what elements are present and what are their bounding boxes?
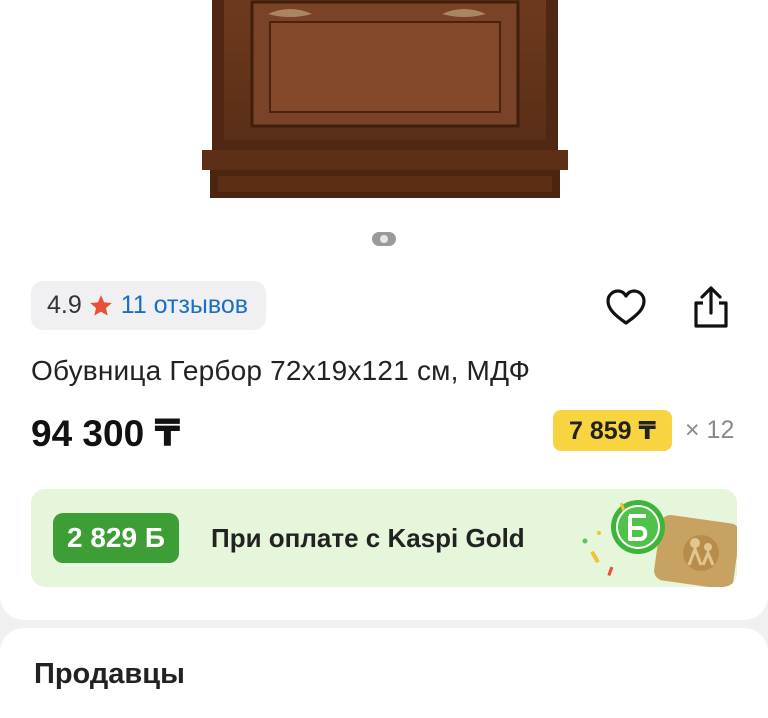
- star-icon: [89, 294, 112, 316]
- product-image[interactable]: [190, 0, 580, 205]
- installment-multiplier: × 12: [685, 416, 735, 444]
- installment-badge[interactable]: 7 859 ₸: [553, 410, 672, 451]
- installment-amount: 7 859 ₸: [569, 416, 656, 445]
- kaspi-gold-bonus-banner[interactable]: 2 829 Б При оплате с Kaspi Gold: [31, 489, 737, 587]
- kaspi-gold-card-illustration: [582, 500, 737, 587]
- heart-icon[interactable]: [603, 285, 649, 331]
- bonus-amount-badge: 2 829 Б: [53, 513, 179, 563]
- bonus-text: При оплате с Kaspi Gold: [211, 523, 525, 553]
- bonus-amount: 2 829 Б: [67, 522, 165, 553]
- rating-value: 4.9: [47, 291, 82, 319]
- sellers-section: Продавцы: [0, 628, 768, 718]
- share-icon[interactable]: [688, 284, 734, 330]
- reviews-link[interactable]: 11 отзывов: [121, 291, 248, 320]
- product-title: Обувница Гербор 72x19x121 см, МДФ: [31, 355, 531, 386]
- gallery-indicator: [372, 232, 396, 246]
- product-price: 94 300 ₸: [31, 413, 181, 454]
- product-card: 4.9 11 отзывов Обувница Гербор 72x19x121…: [0, 0, 768, 620]
- rating-badge[interactable]: 4.9 11 отзывов: [31, 281, 267, 330]
- sellers-title: Продавцы: [34, 658, 185, 690]
